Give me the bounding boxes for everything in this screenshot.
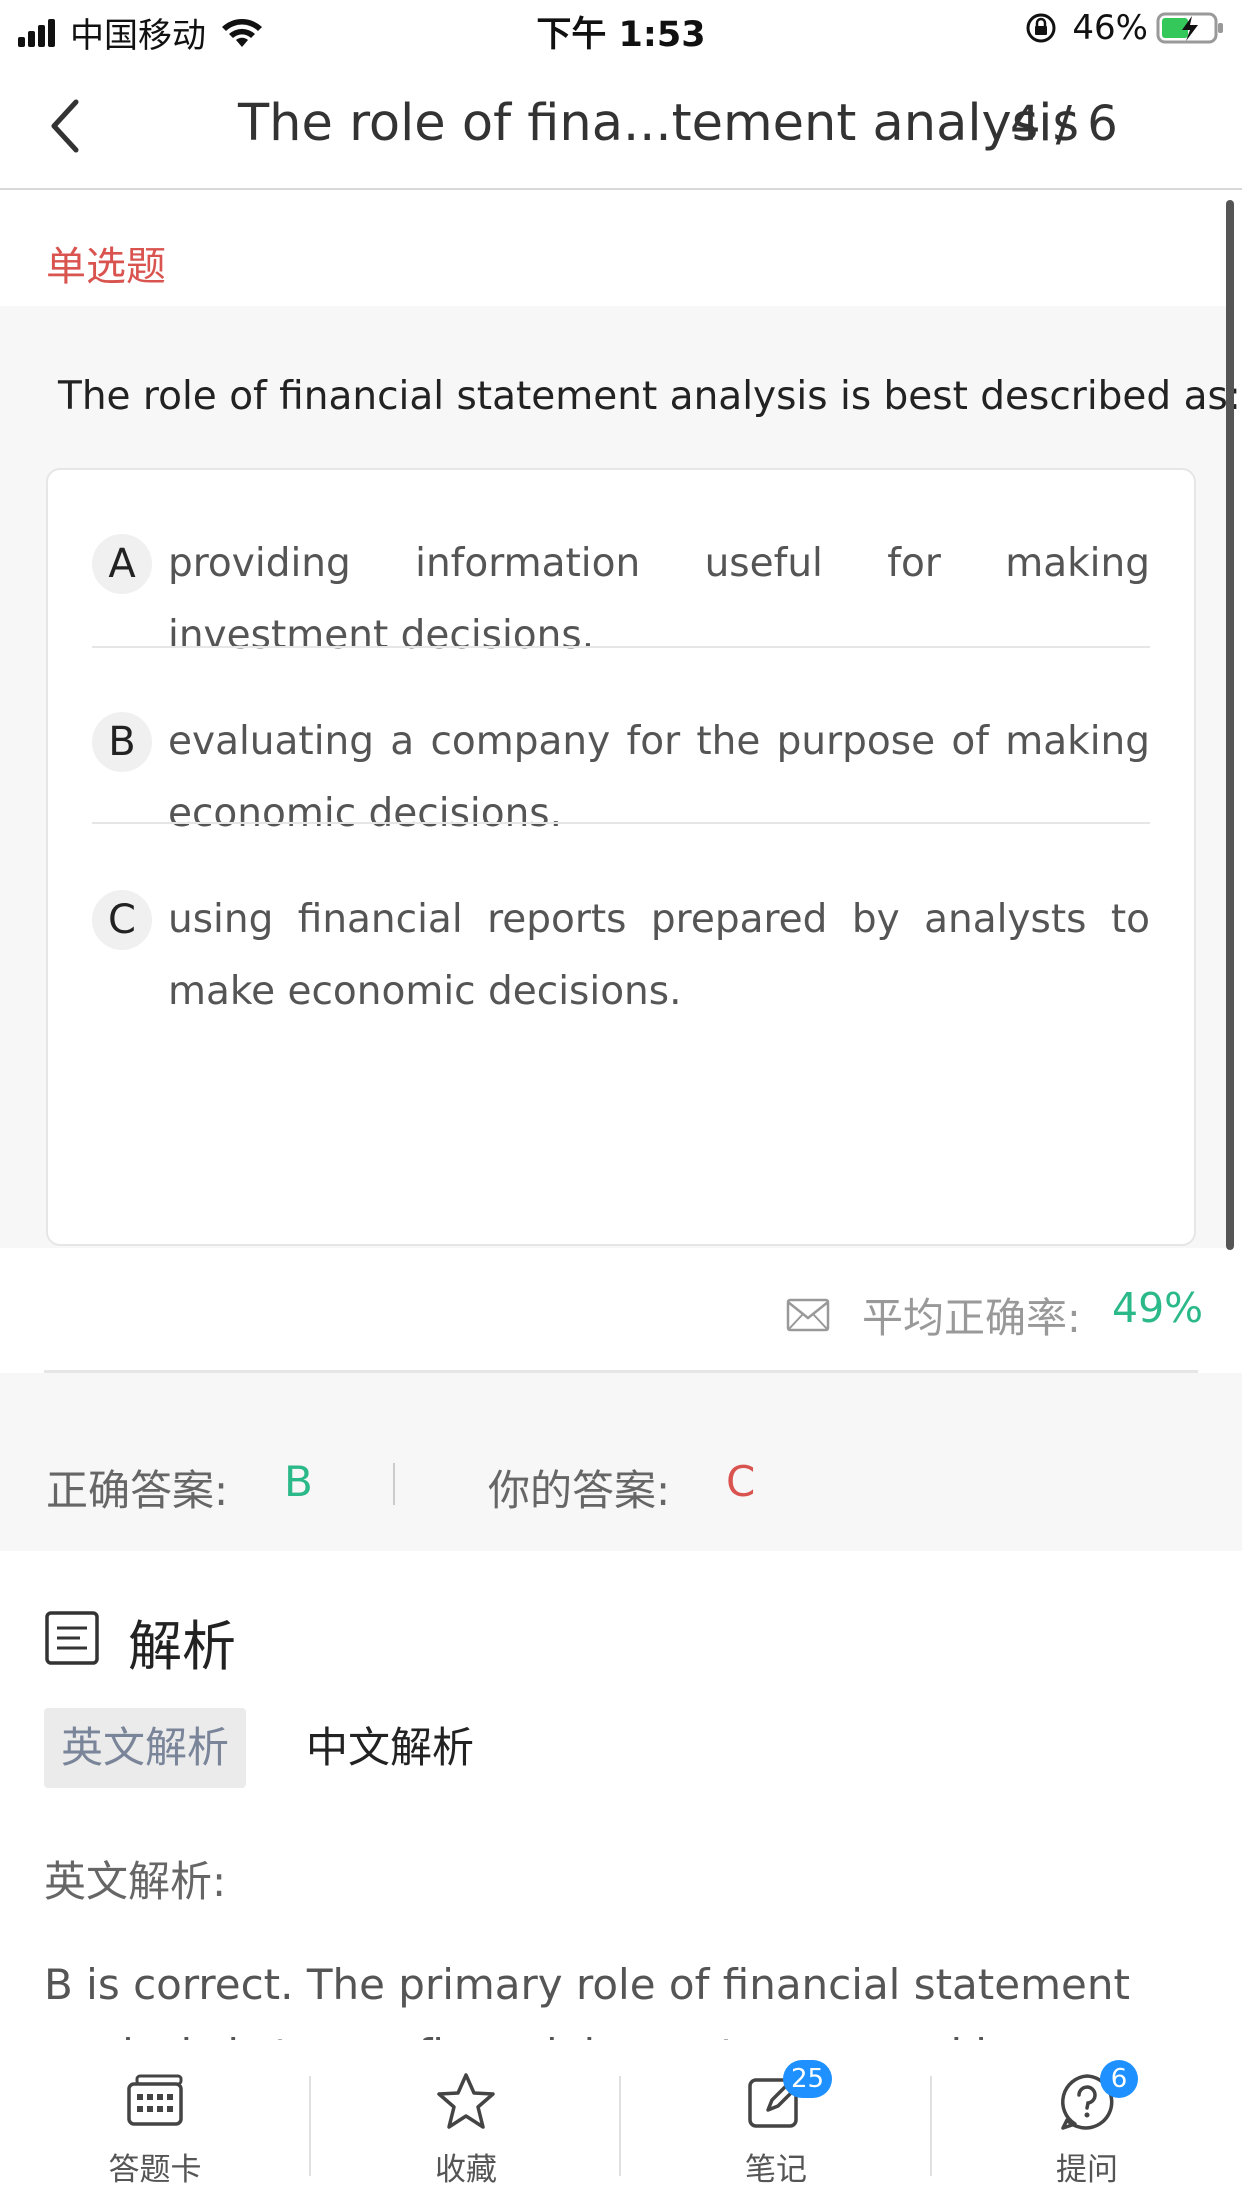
bottom-tab-bar: 答题卡 收藏 25 笔记 6 提问: [0, 2040, 1242, 2208]
option-c[interactable]: C using financial reports prepared by an…: [92, 884, 1150, 1034]
option-a[interactable]: A providing information useful for makin…: [92, 528, 1150, 678]
option-letter: A: [92, 534, 152, 594]
answer-card-icon: [127, 2074, 183, 2126]
option-text: providing information useful for making …: [168, 541, 1150, 658]
answer-separator: [393, 1463, 395, 1505]
status-right: 46%: [1024, 8, 1226, 48]
nav-bar: The role of fina...tement analysis 4 / 6: [0, 62, 1242, 190]
option-text: evaluating a company for the purpose of …: [168, 719, 1150, 836]
page-title: The role of fina...tement analysis: [238, 94, 1080, 153]
tab-ask[interactable]: 6 提问: [932, 2040, 1242, 2208]
tab-notes[interactable]: 25 笔记: [621, 2040, 931, 2208]
option-divider: [92, 646, 1150, 648]
question-type: 单选题: [46, 244, 166, 290]
mail-icon[interactable]: [786, 1296, 830, 1332]
user-answer-value: C: [726, 1457, 756, 1506]
correct-answer-value: B: [284, 1457, 313, 1506]
analysis-text-line: analysis is to use financial reports pre…: [44, 2020, 1204, 2040]
analysis-text-line: B is correct. The primary role of financ…: [44, 1960, 1130, 2009]
rotation-lock-icon: [1026, 13, 1056, 43]
scrollbar-thumb[interactable]: [1226, 200, 1234, 1250]
tab-label: 收藏: [435, 2152, 497, 2188]
ask-badge: 6: [1100, 2060, 1138, 2098]
back-icon[interactable]: [40, 92, 100, 160]
tab-label: 答题卡: [108, 2152, 202, 2188]
question-section: 单选题 The role of financial statement anal…: [0, 214, 1241, 1248]
option-b[interactable]: B evaluating a company for the purpose o…: [92, 706, 1150, 856]
user-answer-label: 你的答案:: [488, 1466, 671, 1515]
analysis-doc-icon: [45, 1611, 99, 1665]
question-type-bar: 单选题: [0, 214, 1226, 306]
accuracy-value: 49%: [1112, 1284, 1204, 1332]
option-divider: [92, 822, 1150, 824]
accuracy-label: 平均正确率:: [862, 1294, 1081, 1342]
accuracy-row: 平均正确率: 49%: [0, 1250, 1242, 1370]
tab-chinese-analysis[interactable]: 中文解析: [306, 1708, 474, 1788]
tab-favorite[interactable]: 收藏: [311, 2040, 621, 2208]
tab-label: 笔记: [745, 2152, 807, 2188]
question-stem: The role of financial statement analysis…: [58, 374, 1241, 419]
analysis-text: B is correct. The primary role of financ…: [44, 1950, 1204, 2040]
status-bar: 中国移动 下午 1:53 46%: [0, 0, 1242, 62]
battery-charging-icon: [1156, 12, 1223, 44]
option-letter: C: [92, 890, 152, 950]
scrollbar[interactable]: [1226, 200, 1234, 1250]
analysis-title: 解析: [128, 1615, 236, 1678]
correct-answer-label: 正确答案:: [46, 1466, 229, 1515]
notes-badge: 25: [783, 2060, 833, 2098]
option-letter: B: [92, 712, 152, 772]
battery-percent: 46%: [1072, 8, 1148, 48]
english-analysis-label: 英文解析:: [44, 1857, 227, 1906]
tab-label: 提问: [1056, 2152, 1118, 2188]
tab-english-analysis[interactable]: 英文解析: [44, 1708, 246, 1788]
answer-row: 正确答案: B 你的答案: C: [0, 1373, 1242, 1551]
option-text: using financial reports prepared by anal…: [168, 897, 1150, 1014]
tab-answer-card[interactable]: 答题卡: [0, 2040, 310, 2208]
question-counter: 4 / 6: [1010, 96, 1118, 152]
star-icon: [437, 2073, 495, 2129]
options-card: A providing information useful for makin…: [46, 468, 1196, 1246]
